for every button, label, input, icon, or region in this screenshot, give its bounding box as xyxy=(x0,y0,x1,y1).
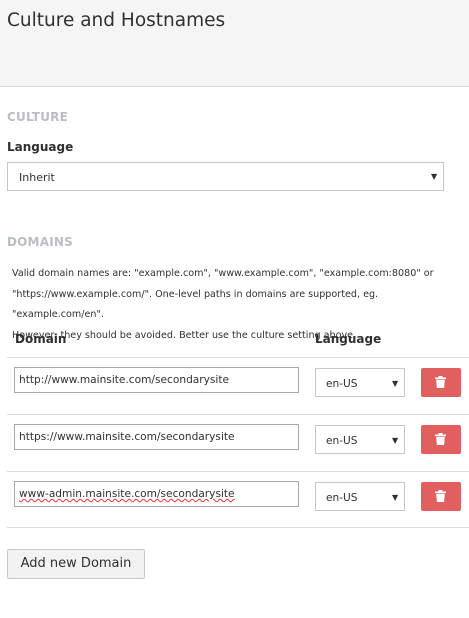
column-header-language: Language xyxy=(315,332,382,346)
help-line: Valid domain names are: "example.com", "… xyxy=(12,268,434,279)
domain-input-value: www-admin.mainsite.com/secondarysite xyxy=(19,488,235,500)
domain-language-value: en-US xyxy=(326,378,358,390)
domain-language-value: en-US xyxy=(326,492,358,504)
caret-down-icon: ▼ xyxy=(392,436,399,445)
domains-section-label: DOMAINS xyxy=(7,235,73,249)
caret-down-icon: ▼ xyxy=(392,379,399,388)
row-divider xyxy=(7,471,469,472)
domain-input[interactable]: http://www.mainsite.com/secondarysite xyxy=(14,367,299,393)
row-divider xyxy=(7,357,469,358)
row-divider xyxy=(7,527,469,528)
domain-input-value: https://www.mainsite.com/secondarysite xyxy=(19,431,235,443)
trash-icon xyxy=(435,433,446,445)
domain-input-value: http://www.mainsite.com/secondarysite xyxy=(19,374,230,386)
domain-language-select[interactable]: en-US ▼ xyxy=(315,368,405,397)
trash-icon xyxy=(435,376,446,388)
page-title: Culture and Hostnames xyxy=(7,10,226,31)
culture-language-label: Language xyxy=(7,140,74,154)
row-divider xyxy=(7,414,469,415)
domains-help-text: Valid domain names are: "example.com", "… xyxy=(12,264,467,346)
trash-icon xyxy=(435,490,446,502)
caret-down-icon: ▼ xyxy=(431,172,438,181)
domain-input[interactable]: www-admin.mainsite.com/secondarysite xyxy=(14,481,299,507)
column-header-domain: Domain xyxy=(15,332,67,346)
caret-down-icon: ▼ xyxy=(392,493,399,502)
help-line: "https://www.example.com/". One-level pa… xyxy=(12,288,379,321)
culture-language-value: Inherit xyxy=(19,171,55,184)
page-header: Culture and Hostnames xyxy=(0,0,469,87)
domain-input[interactable]: https://www.mainsite.com/secondarysite xyxy=(14,424,299,450)
domain-language-select[interactable]: en-US ▼ xyxy=(315,425,405,454)
delete-domain-button[interactable] xyxy=(421,482,461,511)
culture-section-label: CULTURE xyxy=(7,110,68,124)
delete-domain-button[interactable] xyxy=(421,425,461,454)
add-domain-button[interactable]: Add new Domain xyxy=(7,549,145,579)
delete-domain-button[interactable] xyxy=(421,368,461,397)
culture-language-select[interactable]: Inherit ▼ xyxy=(7,162,444,191)
domain-language-value: en-US xyxy=(326,435,358,447)
help-line: However, they should be avoided. Better … xyxy=(12,329,357,341)
domain-language-select[interactable]: en-US ▼ xyxy=(315,482,405,511)
